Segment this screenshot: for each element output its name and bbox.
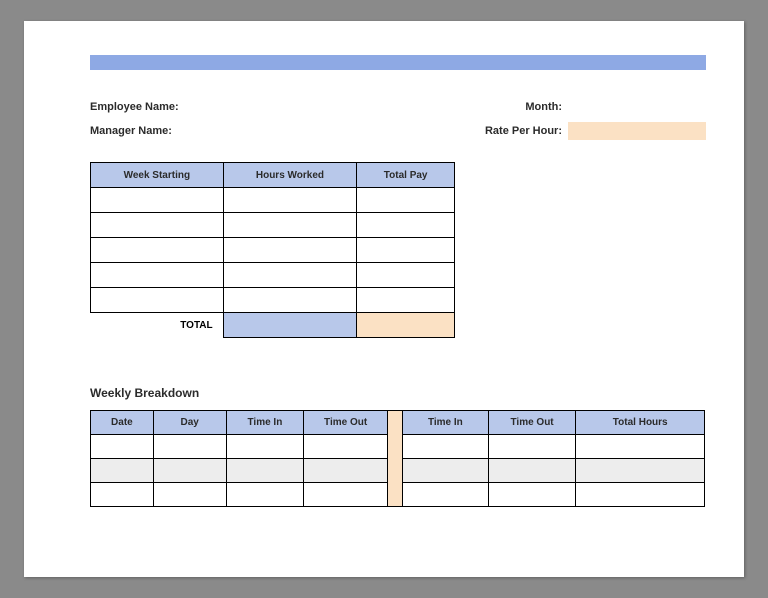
cell-total-hours[interactable]: [576, 459, 705, 483]
cell-total-pay[interactable]: [357, 263, 455, 288]
cell-hours-worked[interactable]: [223, 288, 357, 313]
total-hours-worked: [223, 313, 357, 338]
rate-per-hour-label: Rate Per Hour:: [485, 125, 562, 137]
weekly-breakdown-title: Weekly Breakdown: [90, 386, 706, 400]
month-label: Month:: [525, 101, 562, 113]
rate-per-hour-field[interactable]: [568, 122, 706, 140]
cell-time-out-2[interactable]: [488, 483, 576, 507]
summary-row: [91, 238, 455, 263]
employee-name-label: Employee Name:: [90, 101, 179, 113]
summary-total-row: TOTAL: [91, 313, 455, 338]
weekly-row: [91, 435, 388, 459]
weekly-row: [403, 483, 705, 507]
col-week-starting: Week Starting: [91, 163, 224, 188]
month-field[interactable]: [568, 98, 706, 116]
cell-total-hours[interactable]: [576, 435, 705, 459]
weekly-row: [403, 435, 705, 459]
row-manager: Manager Name: Rate Per Hour:: [90, 122, 706, 140]
cell-week-starting[interactable]: [91, 238, 224, 263]
row-rate-right: Rate Per Hour:: [485, 122, 706, 140]
cell-time-in-1[interactable]: [226, 459, 304, 483]
cell-time-out-1[interactable]: [304, 435, 388, 459]
cell-total-pay[interactable]: [357, 188, 455, 213]
summary-header-row: Week Starting Hours Worked Total Pay: [91, 163, 455, 188]
col-time-in-2: Time In: [403, 411, 489, 435]
col-total-hours: Total Hours: [576, 411, 705, 435]
timesheet-page: Employee Name: Month: Manager Name: Rate…: [24, 21, 744, 577]
col-time-out-2: Time Out: [488, 411, 576, 435]
cell-time-in-2[interactable]: [403, 459, 489, 483]
cell-day[interactable]: [153, 435, 226, 459]
total-pay: [357, 313, 455, 338]
weekly-header-row: Date Day Time In Time Out: [91, 411, 388, 435]
summary-row: [91, 213, 455, 238]
weekly-row: [403, 459, 705, 483]
cell-time-out-1[interactable]: [304, 483, 388, 507]
weekly-breakdown-table: Date Day Time In Time Out: [90, 410, 706, 507]
cell-total-hours[interactable]: [576, 483, 705, 507]
cell-time-in-2[interactable]: [403, 483, 489, 507]
weekly-gap-column: [388, 410, 402, 507]
manager-name-label: Manager Name:: [90, 125, 172, 137]
summary-row: [91, 288, 455, 313]
cell-time-in-1[interactable]: [226, 435, 304, 459]
summary-row: [91, 188, 455, 213]
cell-hours-worked[interactable]: [223, 238, 357, 263]
weekly-left-table: Date Day Time In Time Out: [90, 410, 388, 507]
weekly-right-table: Time In Time Out Total Hours: [402, 410, 705, 507]
weekly-header-row: Time In Time Out Total Hours: [403, 411, 705, 435]
weekly-row: [91, 483, 388, 507]
cell-date[interactable]: [91, 435, 154, 459]
col-day: Day: [153, 411, 226, 435]
cell-time-in-1[interactable]: [226, 483, 304, 507]
cell-day[interactable]: [153, 483, 226, 507]
cell-week-starting[interactable]: [91, 263, 224, 288]
col-hours-worked: Hours Worked: [223, 163, 357, 188]
cell-date[interactable]: [91, 483, 154, 507]
col-total-pay: Total Pay: [357, 163, 455, 188]
cell-week-starting[interactable]: [91, 188, 224, 213]
cell-total-pay[interactable]: [357, 288, 455, 313]
cell-hours-worked[interactable]: [223, 213, 357, 238]
cell-week-starting[interactable]: [91, 288, 224, 313]
col-time-in-1: Time In: [226, 411, 304, 435]
cell-total-pay[interactable]: [357, 238, 455, 263]
weekly-row: [91, 459, 388, 483]
cell-day[interactable]: [153, 459, 226, 483]
cell-time-out-2[interactable]: [488, 459, 576, 483]
row-employee: Employee Name: Month:: [90, 98, 706, 116]
monthly-summary-table: Week Starting Hours Worked Total Pay: [90, 162, 455, 338]
cell-week-starting[interactable]: [91, 213, 224, 238]
cell-time-out-1[interactable]: [304, 459, 388, 483]
row-month-right: Month:: [525, 98, 706, 116]
total-label: TOTAL: [91, 313, 224, 338]
cell-time-out-2[interactable]: [488, 435, 576, 459]
cell-hours-worked[interactable]: [223, 188, 357, 213]
col-time-out-1: Time Out: [304, 411, 388, 435]
cell-time-in-2[interactable]: [403, 435, 489, 459]
cell-hours-worked[interactable]: [223, 263, 357, 288]
summary-row: [91, 263, 455, 288]
header-bar: [90, 55, 706, 70]
cell-total-pay[interactable]: [357, 213, 455, 238]
cell-date[interactable]: [91, 459, 154, 483]
col-date: Date: [91, 411, 154, 435]
